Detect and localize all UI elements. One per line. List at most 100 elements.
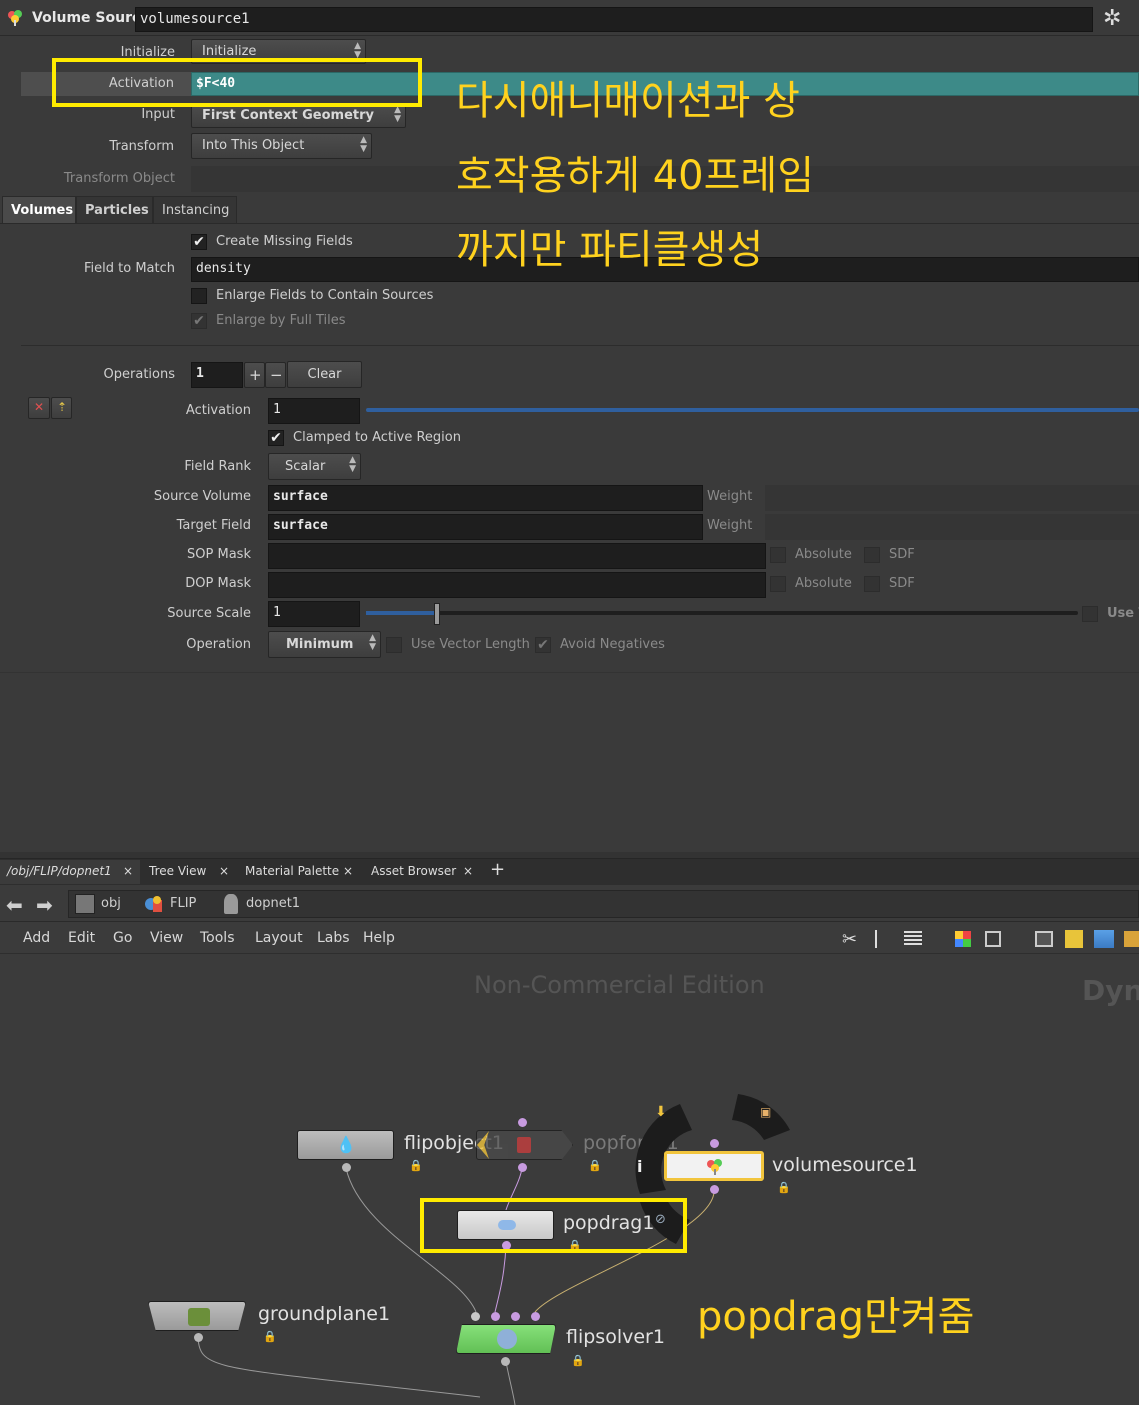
field-rank-value: Scalar bbox=[285, 459, 326, 474]
dop-mask-field[interactable] bbox=[268, 572, 766, 598]
avoid-negatives-checkbox[interactable]: ✔ bbox=[535, 637, 551, 653]
operations-count-field[interactable]: 1 bbox=[191, 362, 243, 388]
sop-absolute-checkbox[interactable] bbox=[770, 547, 786, 563]
source-volume-field[interactable]: surface bbox=[268, 485, 703, 511]
use-vector-length-checkbox[interactable] bbox=[386, 637, 402, 653]
display-flag-icon[interactable]: ⬇ bbox=[655, 1104, 667, 1120]
droplet-icon: 💧 bbox=[336, 1135, 356, 1154]
source-scale-field[interactable]: 1 bbox=[268, 601, 360, 627]
annotation-line-1: 다시애니매이션과 상 bbox=[456, 78, 800, 124]
flipsolver-input-1[interactable] bbox=[471, 1312, 480, 1321]
dop-mask-label: DOP Mask bbox=[185, 576, 251, 591]
popforce-output[interactable] bbox=[518, 1163, 527, 1172]
create-missing-checkbox[interactable]: ✔ bbox=[191, 234, 207, 250]
dop-sdf-label: SDF bbox=[889, 576, 915, 591]
tab-particles[interactable]: Particles bbox=[76, 196, 153, 223]
groundplane-name[interactable]: groundplane1 bbox=[258, 1303, 390, 1325]
lock-icon[interactable]: 🔒 bbox=[571, 1354, 585, 1367]
target-weight-field[interactable] bbox=[765, 514, 1139, 540]
tab-volumes[interactable]: Volumes bbox=[2, 196, 76, 223]
sop-mask-label: SOP Mask bbox=[187, 547, 251, 562]
use-t-label: Use T bbox=[1107, 606, 1139, 621]
transform-object-label: Transform Object bbox=[63, 171, 175, 186]
clamped-label: Clamped to Active Region bbox=[293, 430, 461, 445]
dop-sdf-checkbox[interactable] bbox=[864, 576, 880, 592]
remove-operation-button[interactable]: − bbox=[265, 362, 286, 388]
enlarge-full-tiles-checkbox[interactable]: ✔ bbox=[191, 313, 207, 329]
flipobject-node[interactable]: 💧 bbox=[297, 1130, 394, 1160]
use-t-checkbox[interactable] bbox=[1082, 606, 1098, 622]
lock-icon[interactable]: 🔒 bbox=[588, 1159, 602, 1172]
bypass-flag-icon[interactable] bbox=[477, 1131, 489, 1159]
target-field-input[interactable]: surface bbox=[268, 514, 703, 540]
gear-icon[interactable]: ✲ bbox=[1103, 7, 1127, 31]
sop-mask-field[interactable] bbox=[268, 543, 766, 569]
node-type-label: Volume Source bbox=[32, 10, 150, 26]
operation-label: Operation bbox=[186, 637, 251, 652]
popforce-input[interactable] bbox=[518, 1118, 527, 1127]
spinner-icon: ▲ ▼ bbox=[349, 455, 356, 474]
sop-sdf-checkbox[interactable] bbox=[864, 547, 880, 563]
lock-icon[interactable]: 🔒 bbox=[263, 1330, 277, 1343]
volumesource-name[interactable]: volumesource1 bbox=[772, 1154, 918, 1176]
target-field-label: Target Field bbox=[176, 518, 251, 533]
source-scale-slider-track[interactable] bbox=[366, 611, 1078, 615]
groundplane-node[interactable] bbox=[148, 1301, 246, 1331]
source-scale-slider-fill bbox=[366, 611, 438, 615]
avoid-negatives-label: Avoid Negatives bbox=[560, 637, 665, 652]
operations-label: Operations bbox=[103, 367, 175, 382]
input-value: First Context Geometry bbox=[202, 108, 374, 123]
move-instance-icon[interactable]: ⇡ bbox=[51, 397, 72, 419]
source-scale-label: Source Scale bbox=[167, 606, 251, 621]
sop-sdf-label: SDF bbox=[889, 547, 915, 562]
flipsolver-input-4[interactable] bbox=[531, 1312, 540, 1321]
spinner-icon: ▲ ▼ bbox=[394, 105, 401, 124]
flipobject-output[interactable] bbox=[342, 1163, 351, 1172]
parameter-header: Volume Source volumesource1 ✲ bbox=[0, 0, 1139, 36]
field-to-match-label: Field to Match bbox=[84, 261, 175, 276]
clear-operations-button[interactable]: Clear bbox=[287, 361, 362, 388]
volume-source-icon bbox=[6, 8, 26, 26]
sop-absolute-label: Absolute bbox=[795, 547, 852, 562]
remove-instance-icon[interactable]: ✕ bbox=[28, 397, 50, 419]
source-scale-slider-handle[interactable] bbox=[434, 603, 440, 625]
add-operation-button[interactable]: + bbox=[244, 362, 265, 388]
lock-icon[interactable]: 🔒 bbox=[409, 1159, 423, 1172]
groundplane-output[interactable] bbox=[194, 1333, 203, 1342]
volumesource-input[interactable] bbox=[710, 1139, 719, 1148]
volume-source-icon bbox=[705, 1157, 727, 1175]
flipsolver-name[interactable]: flipsolver1 bbox=[566, 1326, 665, 1348]
enlarge-full-tiles-label: Enlarge by Full Tiles bbox=[216, 313, 346, 328]
source-volume-label: Source Volume bbox=[153, 489, 251, 504]
enlarge-fields-checkbox[interactable]: ✔ bbox=[191, 288, 207, 304]
volumesource-output[interactable] bbox=[710, 1185, 719, 1194]
operation-dropdown[interactable]: Minimum ▲ ▼ bbox=[268, 631, 381, 658]
template-flag-icon[interactable]: ▣ bbox=[760, 1105, 771, 1119]
clamped-checkbox[interactable]: ✔ bbox=[268, 430, 284, 446]
volumesource-node[interactable] bbox=[664, 1151, 764, 1181]
input-label: Input bbox=[141, 107, 175, 122]
section-divider bbox=[21, 345, 1139, 346]
flipsolver-output[interactable] bbox=[501, 1357, 510, 1366]
popforce-node[interactable] bbox=[476, 1130, 573, 1160]
flipsolver-node[interactable] bbox=[456, 1324, 556, 1354]
flipsolver-input-2[interactable] bbox=[491, 1312, 500, 1321]
field-rank-dropdown[interactable]: Scalar ▲ ▼ bbox=[268, 453, 361, 480]
lock-icon[interactable]: 🔒 bbox=[777, 1181, 791, 1194]
transform-dropdown[interactable]: Into This Object ▲ ▼ bbox=[191, 133, 372, 159]
initialize-value: Initialize bbox=[202, 44, 257, 59]
activation-highlight-box bbox=[52, 58, 422, 107]
annotation-line-3: 까지만 파티클생성 bbox=[456, 227, 764, 273]
source-weight-label: Weight bbox=[707, 489, 753, 504]
node-name-field[interactable]: volumesource1 bbox=[135, 7, 1093, 32]
flipsolver-input-3[interactable] bbox=[511, 1312, 520, 1321]
op-activation-field[interactable]: 1 bbox=[268, 398, 360, 424]
spinner-icon: ▲ ▼ bbox=[369, 633, 376, 652]
info-icon[interactable]: i bbox=[637, 1157, 642, 1176]
use-vector-length-label: Use Vector Length bbox=[411, 637, 530, 652]
op-activation-slider-track[interactable] bbox=[366, 408, 1139, 412]
tab-instancing[interactable]: Instancing bbox=[153, 196, 237, 223]
source-weight-field[interactable] bbox=[765, 485, 1139, 511]
transform-value: Into This Object bbox=[202, 138, 305, 153]
dop-absolute-checkbox[interactable] bbox=[770, 576, 786, 592]
